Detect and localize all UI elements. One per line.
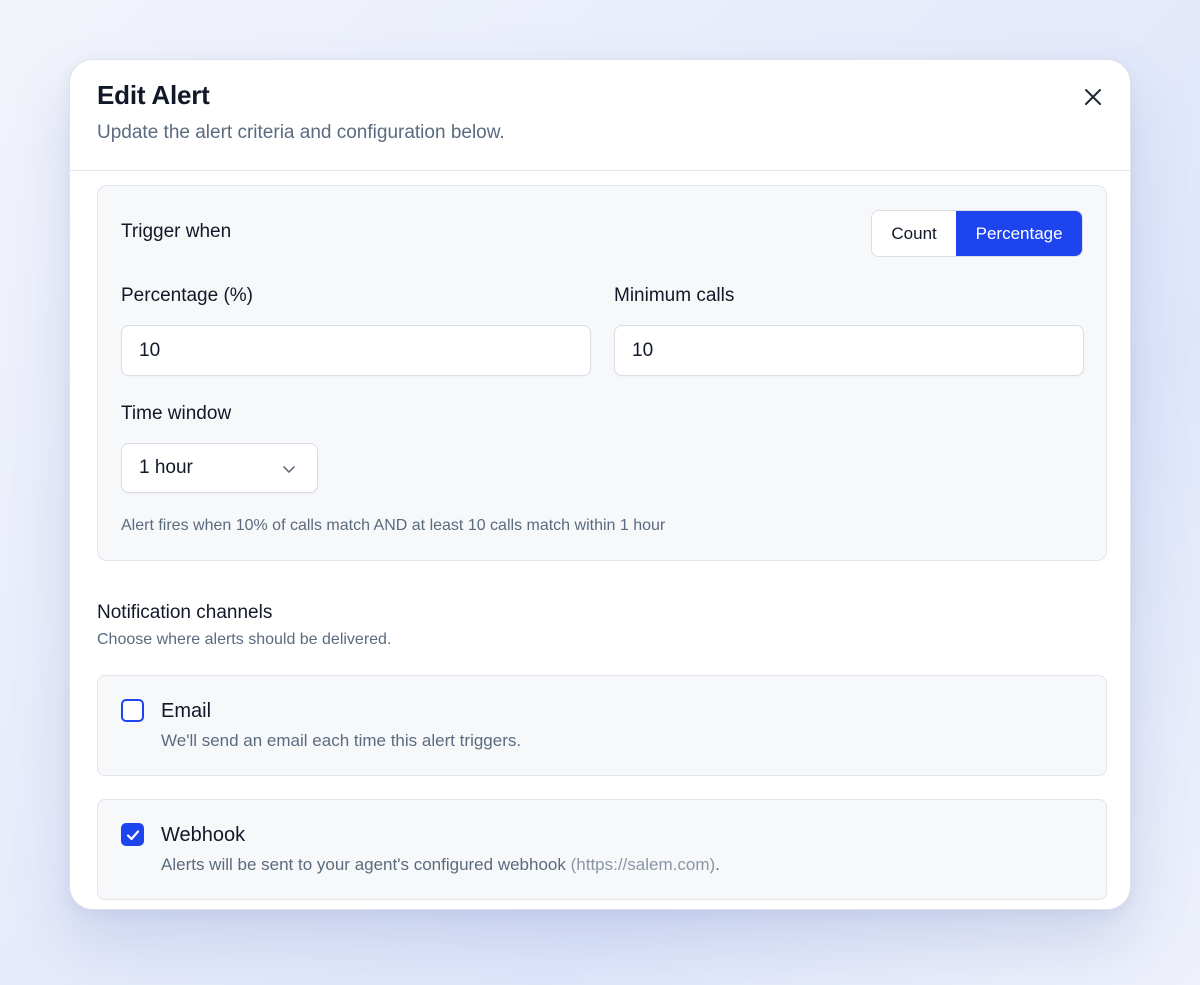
time-window-value: 1 hour xyxy=(139,457,193,478)
check-icon xyxy=(126,829,139,840)
minimum-calls-input[interactable] xyxy=(614,325,1084,376)
trigger-mode-toggle: Count Percentage xyxy=(871,210,1083,257)
close-button[interactable] xyxy=(1080,84,1106,110)
webhook-checkbox[interactable] xyxy=(121,823,144,846)
percentage-mode-button[interactable]: Percentage xyxy=(956,211,1082,256)
trigger-when-label: Trigger when xyxy=(121,221,232,242)
chevron-down-icon xyxy=(283,466,295,473)
edit-alert-dialog: Edit Alert Update the alert criteria and… xyxy=(69,59,1131,910)
email-channel-description: We'll send an email each time this alert… xyxy=(161,731,522,750)
webhook-channel-title: Webhook xyxy=(161,824,246,846)
time-window-select[interactable]: 1 hour xyxy=(121,443,318,493)
percentage-label: Percentage (%) xyxy=(121,285,254,306)
trigger-settings-card: Trigger when Count Percentage Percentage… xyxy=(97,185,1107,561)
dialog-header: Edit Alert Update the alert criteria and… xyxy=(70,60,1130,171)
trigger-summary-text: Alert fires when 10% of calls match AND … xyxy=(121,517,666,534)
webhook-description-suffix: . xyxy=(715,855,720,874)
email-checkbox[interactable] xyxy=(121,699,144,722)
time-window-label: Time window xyxy=(121,403,232,424)
dialog-subtitle: Update the alert criteria and configurat… xyxy=(97,122,505,143)
notification-channels-description: Choose where alerts should be delivered. xyxy=(97,631,392,648)
webhook-description-text: Alerts will be sent to your agent's conf… xyxy=(161,855,566,874)
dialog-title: Edit Alert xyxy=(97,80,210,110)
email-channel-card[interactable]: Email We'll send an email each time this… xyxy=(97,675,1107,776)
email-channel-title: Email xyxy=(161,700,212,722)
close-icon xyxy=(1085,89,1101,105)
notification-channels-title: Notification channels xyxy=(97,602,273,623)
count-mode-button[interactable]: Count xyxy=(872,211,957,256)
webhook-channel-description: Alerts will be sent to your agent's conf… xyxy=(161,855,720,875)
webhook-channel-card[interactable]: Webhook Alerts will be sent to your agen… xyxy=(97,799,1107,900)
minimum-calls-label: Minimum calls xyxy=(614,285,735,306)
percentage-input[interactable] xyxy=(121,325,591,376)
webhook-url: (https://salem.com) xyxy=(570,855,716,874)
